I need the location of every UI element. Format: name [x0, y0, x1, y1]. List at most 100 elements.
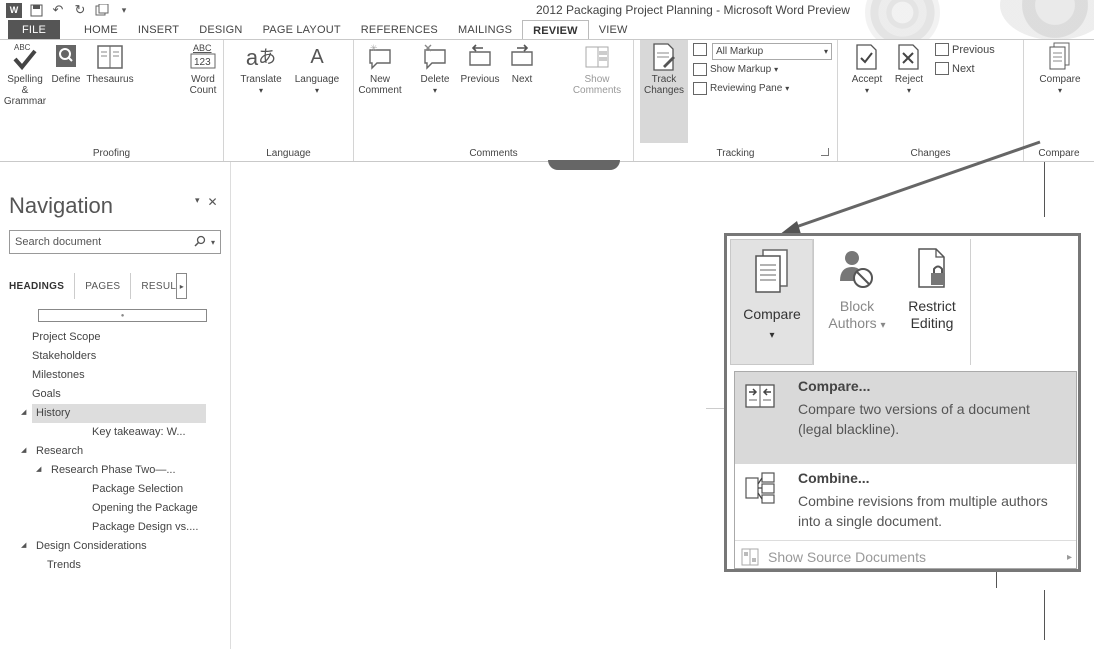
separator	[812, 239, 813, 365]
compare-group: Compare ▾ Compare	[1024, 40, 1094, 161]
tracking-dialog-launcher-icon[interactable]	[821, 148, 829, 156]
tracking-group-label: Tracking	[716, 148, 755, 159]
translate-button[interactable]: aあ Translate ▾	[236, 42, 286, 96]
undo-icon[interactable]: ↶	[50, 2, 66, 18]
heading-drag-handle[interactable]: ●	[38, 309, 207, 322]
tab-file[interactable]: FILE	[8, 20, 61, 40]
display-for-review[interactable]	[693, 43, 707, 56]
page-edge-line	[1044, 590, 1045, 640]
track-changes-button[interactable]: Track Changes	[640, 40, 688, 143]
compare-icon	[755, 249, 788, 293]
heading-item[interactable]: Package Selection	[0, 480, 231, 499]
pane-options-icon[interactable]: ▾	[195, 195, 200, 209]
compare-menu-desc: Compare two versions of a document (lega…	[798, 401, 1030, 437]
collapse-triangle-icon[interactable]: ◢	[21, 446, 26, 454]
chevron-down-icon: ▾	[880, 320, 886, 331]
word-count-label: Word Count	[189, 74, 217, 96]
previous-comment-icon	[465, 42, 495, 72]
chevron-right-icon[interactable]: ▸	[176, 273, 188, 299]
heading-item[interactable]: ◢ Design Considerations	[0, 537, 231, 556]
markup-display-icon	[693, 43, 707, 56]
tab-page-layout[interactable]: PAGE LAYOUT	[253, 20, 351, 40]
redo-icon[interactable]: ↻	[72, 2, 88, 18]
tab-pages[interactable]: PAGES	[74, 273, 130, 299]
spelling-grammar-button[interactable]: ABC Spelling & Grammar	[4, 42, 46, 107]
tab-results[interactable]: RESUL	[130, 273, 178, 299]
previous-comment-button[interactable]: Previous	[458, 42, 502, 85]
previous-change-button[interactable]: Previous	[935, 43, 995, 56]
tab-headings[interactable]: HEADINGS	[9, 273, 74, 299]
chevron-down-icon: ▾	[769, 330, 775, 341]
tab-insert[interactable]: INSERT	[128, 20, 189, 40]
heading-item[interactable]: Milestones	[0, 366, 231, 385]
accept-button[interactable]: Accept ▾	[846, 42, 888, 96]
markup-select[interactable]: All Markup ▾	[712, 43, 832, 60]
word-app-icon[interactable]: W	[6, 2, 22, 18]
thesaurus-button[interactable]: Thesaurus	[85, 42, 135, 85]
previous-comment-label: Previous	[460, 74, 500, 85]
quick-access-toolbar: W ↶ ↻ ▾	[6, 2, 132, 18]
ribbon: ABC Spelling & Grammar Define Thesaurus …	[0, 39, 1094, 162]
compare-ribbon-button[interactable]: Compare ▾	[1030, 42, 1090, 96]
customize-qat-icon[interactable]	[94, 2, 110, 18]
tab-references[interactable]: REFERENCES	[351, 20, 448, 40]
heading-item[interactable]: ◢ Research	[0, 442, 231, 461]
heading-item[interactable]: Opening the Package	[0, 499, 231, 518]
translate-icon: aあ	[245, 44, 277, 70]
menu-item-combine[interactable]: Combine... Combine revisions from multip…	[735, 464, 1076, 540]
page-edge-line	[706, 408, 724, 409]
language-button[interactable]: A Language ▾	[288, 42, 346, 96]
search-options-icon[interactable]: ▾	[211, 238, 215, 247]
reject-button[interactable]: Reject ▾	[890, 42, 928, 96]
next-comment-button[interactable]: Next	[504, 42, 540, 85]
tab-mailings[interactable]: MAILINGS	[448, 20, 522, 40]
word-count-button[interactable]: ABC 123 Word Count	[184, 42, 222, 96]
compare-dropdown-button[interactable]: Compare ▾	[730, 239, 814, 365]
menu-item-show-source-documents[interactable]: Show Source Documents ▸	[741, 548, 1072, 566]
tab-home[interactable]: HOME	[74, 20, 128, 40]
close-icon[interactable]: ✕	[208, 195, 218, 209]
show-comments-button[interactable]: Show Comments	[566, 42, 628, 96]
new-comment-button[interactable]: ✳ New Comment	[354, 42, 406, 96]
qat-dropdown-icon[interactable]: ▾	[116, 2, 132, 18]
search-icon[interactable]	[194, 235, 206, 250]
search-input[interactable]: Search document ▾	[9, 230, 221, 254]
heading-item[interactable]: Package Design vs....	[0, 518, 231, 537]
define-label: Define	[51, 74, 81, 85]
delete-comment-icon	[420, 42, 450, 72]
track-changes-icon	[649, 42, 679, 72]
define-button[interactable]: Define	[48, 42, 84, 85]
heading-item[interactable]: ◢ Research Phase Two—...	[0, 461, 231, 480]
chevron-down-icon: ▾	[774, 65, 779, 74]
next-comment-label: Next	[511, 74, 533, 85]
language-icon: A	[310, 45, 324, 68]
collapse-triangle-icon[interactable]: ◢	[36, 465, 41, 473]
collapse-triangle-icon[interactable]: ◢	[21, 541, 26, 549]
tab-review[interactable]: REVIEW	[522, 20, 589, 40]
save-icon[interactable]	[28, 2, 44, 18]
word-count-digits: 123	[194, 57, 211, 68]
show-markup-button[interactable]: Show Markup ▾	[693, 63, 778, 76]
delete-comment-button[interactable]: Delete ▾	[414, 42, 456, 96]
reviewing-pane-button[interactable]: Reviewing Pane ▾	[693, 82, 789, 95]
heading-item[interactable]: Goals	[0, 385, 231, 404]
menu-item-compare[interactable]: Compare... Compare two versions of a doc…	[735, 372, 1076, 464]
block-authors-button[interactable]: Block Authors ▾	[825, 247, 889, 334]
proofing-group-label: Proofing	[92, 148, 131, 159]
tab-view[interactable]: VIEW	[589, 20, 638, 40]
menu-separator	[735, 540, 1076, 541]
collapse-triangle-icon[interactable]: ◢	[21, 408, 26, 416]
restrict-editing-icon	[918, 248, 945, 288]
search-placeholder: Search document	[15, 236, 102, 248]
heading-item[interactable]: Key takeaway: W...	[0, 423, 231, 442]
delete-comment-label: Delete	[420, 74, 450, 85]
restrict-editing-button[interactable]: Restrict Editing	[899, 247, 965, 332]
heading-item[interactable]: ◢ History	[0, 404, 231, 423]
tab-design[interactable]: DESIGN	[189, 20, 252, 40]
heading-item[interactable]: Project Scope	[0, 328, 231, 347]
combine-menu-title: Combine...	[798, 470, 870, 486]
heading-item[interactable]: Stakeholders	[0, 347, 231, 366]
heading-item[interactable]: Trends	[0, 556, 231, 575]
chevron-down-icon: ▾	[785, 84, 790, 93]
next-change-button[interactable]: Next	[935, 62, 975, 75]
